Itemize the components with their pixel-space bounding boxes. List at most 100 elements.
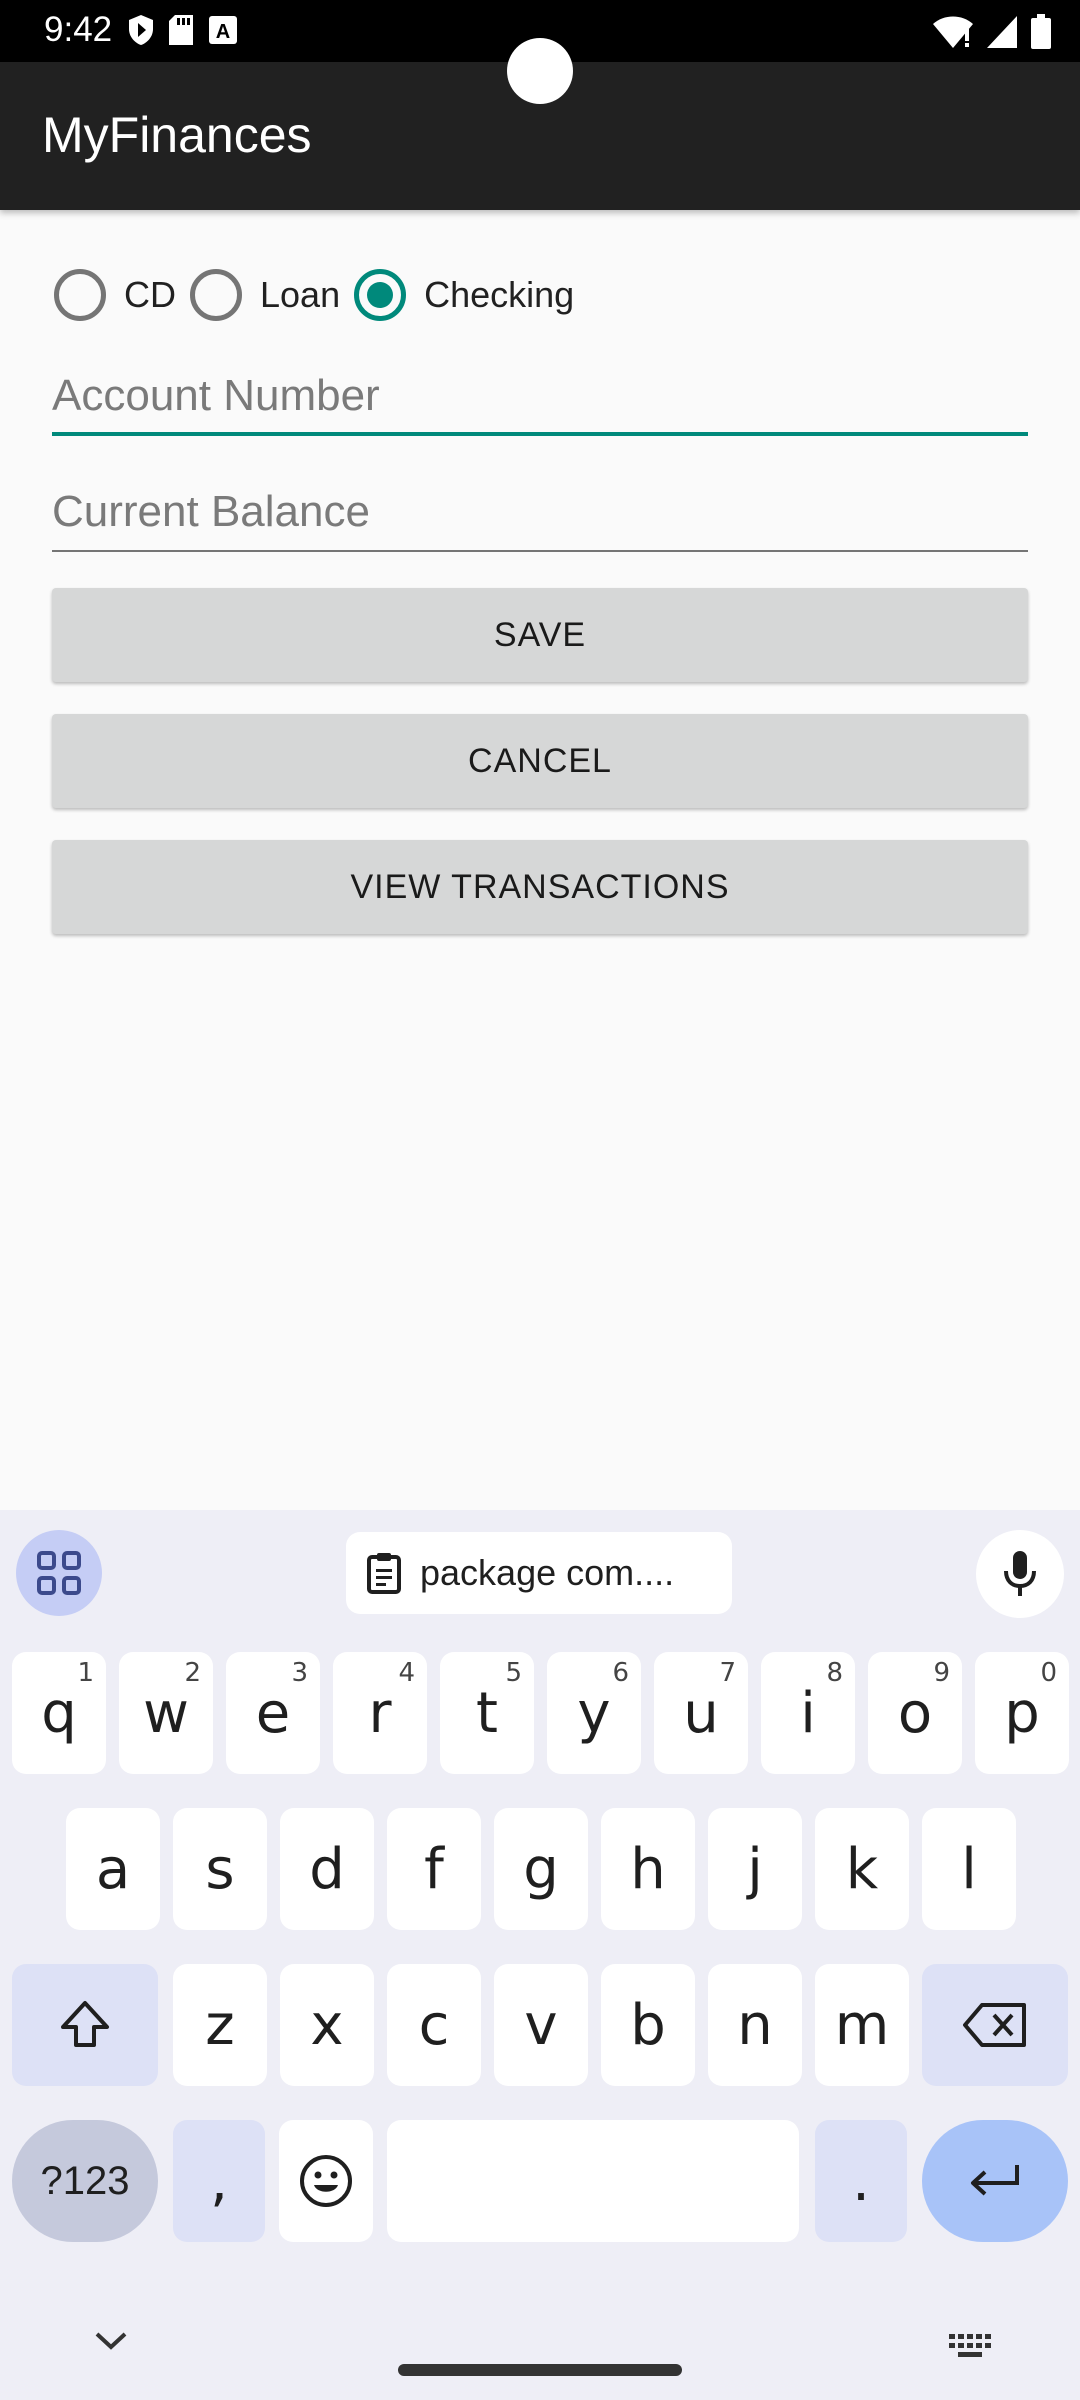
soft-keyboard: package com.... q1 w2 e3 r4 t5 y6 u7 i8 … bbox=[0, 1510, 1080, 2400]
key-hint: 5 bbox=[505, 1658, 522, 1688]
account-number-field[interactable] bbox=[52, 356, 1028, 436]
emoji-icon bbox=[300, 2155, 352, 2207]
save-button[interactable]: SAVE bbox=[52, 588, 1028, 682]
key-v[interactable]: v bbox=[494, 1964, 588, 2086]
space-key[interactable] bbox=[387, 2120, 799, 2242]
account-type-radio-group: CD Loan Checking bbox=[54, 264, 588, 326]
radio-button-icon[interactable] bbox=[54, 269, 106, 321]
key-i[interactable]: i8 bbox=[761, 1652, 855, 1774]
key-e[interactable]: e3 bbox=[226, 1652, 320, 1774]
key-t[interactable]: t5 bbox=[440, 1652, 534, 1774]
key-m[interactable]: m bbox=[815, 1964, 909, 2086]
key-a[interactable]: a bbox=[66, 1808, 160, 1930]
key-label: i bbox=[800, 1680, 816, 1746]
camera-cutout bbox=[507, 38, 573, 104]
key-o[interactable]: o9 bbox=[868, 1652, 962, 1774]
key-c[interactable]: c bbox=[387, 1964, 481, 2086]
backspace-icon bbox=[963, 2003, 1026, 2047]
key-r[interactable]: r4 bbox=[333, 1652, 427, 1774]
cancel-button[interactable]: CANCEL bbox=[52, 714, 1028, 808]
shift-icon bbox=[61, 2001, 109, 2047]
key-label: p bbox=[1004, 1680, 1040, 1746]
sd-card-icon bbox=[169, 15, 193, 45]
radio-label: Checking bbox=[424, 274, 575, 315]
key-hint: 2 bbox=[184, 1658, 201, 1688]
status-system-icons bbox=[932, 14, 1052, 50]
shift-key[interactable] bbox=[12, 1964, 158, 2086]
status-time: 9:42 bbox=[44, 10, 113, 49]
view-transactions-button[interactable]: VIEW TRANSACTIONS bbox=[52, 840, 1028, 934]
status-notification-icons: A bbox=[128, 14, 238, 46]
key-label: u bbox=[683, 1680, 719, 1746]
key-s[interactable]: s bbox=[173, 1808, 267, 1930]
key-b[interactable]: b bbox=[601, 1964, 695, 2086]
key-hint: 7 bbox=[719, 1658, 736, 1688]
radio-button-checked-icon[interactable] bbox=[354, 269, 407, 321]
radio-cd[interactable]: CD bbox=[54, 269, 176, 321]
key-label: y bbox=[577, 1680, 611, 1746]
signal-icon bbox=[987, 16, 1017, 48]
keyboard-toolbar: package com.... bbox=[0, 1510, 1080, 1620]
key-l[interactable]: l bbox=[922, 1808, 1016, 1930]
key-j[interactable]: j bbox=[708, 1808, 802, 1930]
key-hint: 6 bbox=[612, 1658, 629, 1688]
key-hint: 1 bbox=[77, 1658, 94, 1688]
key-label: t bbox=[476, 1680, 498, 1746]
key-d[interactable]: d bbox=[280, 1808, 374, 1930]
emoji-key[interactable] bbox=[279, 2120, 373, 2242]
key-hint: 8 bbox=[826, 1658, 843, 1688]
keyboard-apps-button[interactable] bbox=[16, 1530, 102, 1616]
battery-icon bbox=[1031, 14, 1051, 49]
key-label: r bbox=[368, 1680, 392, 1746]
key-label: q bbox=[41, 1680, 77, 1746]
key-hint: 4 bbox=[398, 1658, 415, 1688]
clipboard-icon bbox=[367, 1553, 401, 1594]
gesture-navigation-bar[interactable] bbox=[398, 2364, 682, 2376]
field-underline bbox=[52, 550, 1028, 552]
hide-keyboard-chevron-icon[interactable] bbox=[94, 2330, 128, 2352]
comma-key[interactable]: , bbox=[173, 2120, 265, 2242]
microphone-icon bbox=[1004, 1551, 1036, 1596]
enter-key[interactable] bbox=[922, 2120, 1068, 2242]
key-label: e bbox=[255, 1680, 291, 1746]
radio-loan[interactable]: Loan bbox=[190, 269, 340, 321]
key-hint: 3 bbox=[291, 1658, 308, 1688]
enter-icon bbox=[971, 2165, 1019, 2196]
current-balance-field[interactable] bbox=[52, 472, 1028, 552]
keyboard-a-icon: A bbox=[209, 16, 237, 44]
key-y[interactable]: y6 bbox=[547, 1652, 641, 1774]
current-balance-input[interactable] bbox=[52, 472, 1028, 552]
clipboard-text: package com.... bbox=[420, 1552, 675, 1593]
key-g[interactable]: g bbox=[494, 1808, 588, 1930]
radio-button-icon[interactable] bbox=[190, 269, 242, 321]
key-k[interactable]: k bbox=[815, 1808, 909, 1930]
svg-text:A: A bbox=[216, 21, 230, 43]
radio-label: Loan bbox=[260, 274, 341, 315]
key-h[interactable]: h bbox=[601, 1808, 695, 1930]
period-key[interactable]: . bbox=[815, 2120, 907, 2242]
backspace-key[interactable] bbox=[922, 1964, 1068, 2086]
key-label: w bbox=[143, 1680, 189, 1746]
key-n[interactable]: n bbox=[708, 1964, 802, 2086]
key-hint: 9 bbox=[933, 1658, 950, 1688]
key-hint: 0 bbox=[1040, 1658, 1057, 1688]
clipboard-suggestion[interactable]: package com.... bbox=[346, 1532, 732, 1614]
key-label: o bbox=[897, 1680, 933, 1746]
apps-grid-icon bbox=[37, 1551, 81, 1595]
key-p[interactable]: p0 bbox=[975, 1652, 1069, 1774]
keyboard-switcher-icon[interactable] bbox=[948, 2332, 994, 2360]
key-f[interactable]: f bbox=[387, 1808, 481, 1930]
key-x[interactable]: x bbox=[280, 1964, 374, 2086]
account-number-input[interactable] bbox=[52, 356, 1028, 436]
symbols-key[interactable]: ?123 bbox=[12, 2120, 158, 2242]
app-title: MyFinances bbox=[42, 107, 312, 163]
voice-input-button[interactable] bbox=[976, 1530, 1064, 1618]
key-z[interactable]: z bbox=[173, 1964, 267, 2086]
radio-label: CD bbox=[124, 274, 176, 315]
key-w[interactable]: w2 bbox=[119, 1652, 213, 1774]
wifi-icon bbox=[933, 16, 973, 48]
radio-checking[interactable]: Checking bbox=[354, 269, 574, 321]
key-u[interactable]: u7 bbox=[654, 1652, 748, 1774]
shield-icon bbox=[129, 15, 153, 45]
key-q[interactable]: q1 bbox=[12, 1652, 106, 1774]
